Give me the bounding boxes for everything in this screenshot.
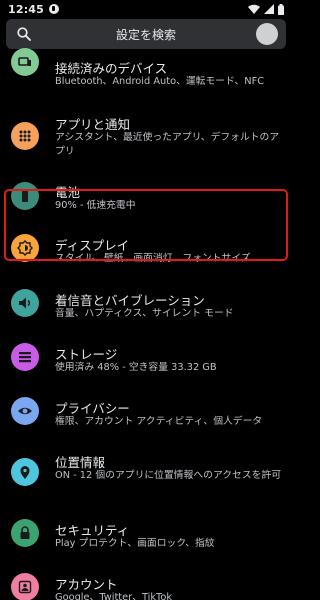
wifi-icon: [248, 4, 260, 14]
settings-item-subtitle: Google、Twitter、TikTok: [55, 592, 173, 600]
search-placeholder[interactable]: 設定を検索: [6, 26, 286, 43]
settings-item-subtitle: Play プロテクト、画面ロック、指紋: [55, 538, 215, 549]
status-icons: [248, 3, 284, 15]
apps-icon: [11, 122, 39, 150]
settings-item-subtitle: ON - 12 個のアプリに位置情報へのアクセスを許可: [55, 470, 282, 481]
brightness-icon: [11, 234, 39, 262]
settings-item-sound[interactable]: 着信音とバイブレーション 音量、ハプティクス、サイレント モード: [0, 288, 292, 328]
settings-item-subtitle: 使用済み 48% - 空き容量 33.32 GB: [55, 362, 217, 373]
volume-icon: [11, 289, 39, 317]
status-time: 12:45: [8, 2, 45, 16]
storage-icon: [11, 343, 39, 371]
settings-item-subtitle: アシスタント、最近使ったアプリ、デフォルトのアプリ: [55, 132, 280, 157]
settings-item-privacy[interactable]: プライバシー 権限、アカウント アクティビティ、個人データ: [0, 396, 292, 436]
settings-item-apps-notifications[interactable]: アプリと通知 アシスタント、最近使ったアプリ、デフォルトのアプリ: [0, 110, 292, 166]
privacy-icon: [11, 397, 39, 425]
account-icon: [11, 573, 39, 600]
devices-icon: [11, 48, 39, 76]
avatar[interactable]: [256, 23, 278, 45]
battery-status-icon: [278, 3, 284, 15]
search-icon[interactable]: [16, 26, 32, 42]
settings-item-location[interactable]: 位置情報 ON - 12 個のアプリに位置情報へのアクセスを許可: [0, 450, 292, 506]
location-icon: [11, 458, 39, 486]
settings-item-subtitle: スタイル、壁紙、画面消灯、フォントサイズ: [55, 253, 251, 264]
settings-item-accounts[interactable]: アカウント Google、Twitter、TikTok: [0, 572, 292, 600]
settings-item-security[interactable]: セキュリティ Play プロテクト、画面ロック、指紋: [0, 518, 292, 558]
status-bar: 12:45: [0, 0, 292, 18]
settings-item-subtitle: Bluetooth、Android Auto、運転モード、NFC: [55, 76, 265, 87]
settings-item-subtitle: 権限、アカウント アクティビティ、個人データ: [55, 416, 263, 427]
settings-item-connected-devices[interactable]: 接続済みのデバイス Bluetooth、Android Auto、運転モード、N…: [0, 48, 292, 92]
settings-item-storage[interactable]: ストレージ 使用済み 48% - 空き容量 33.32 GB: [0, 342, 292, 382]
search-bar[interactable]: 設定を検索: [6, 19, 286, 49]
settings-item-display[interactable]: ディスプレイ スタイル、壁紙、画面消灯、フォントサイズ: [0, 204, 292, 264]
notification-app-icon: [49, 4, 60, 14]
signal-icon: [264, 4, 274, 14]
lock-icon: [11, 519, 39, 547]
settings-item-subtitle: 音量、ハプティクス、サイレント モード: [55, 308, 234, 319]
